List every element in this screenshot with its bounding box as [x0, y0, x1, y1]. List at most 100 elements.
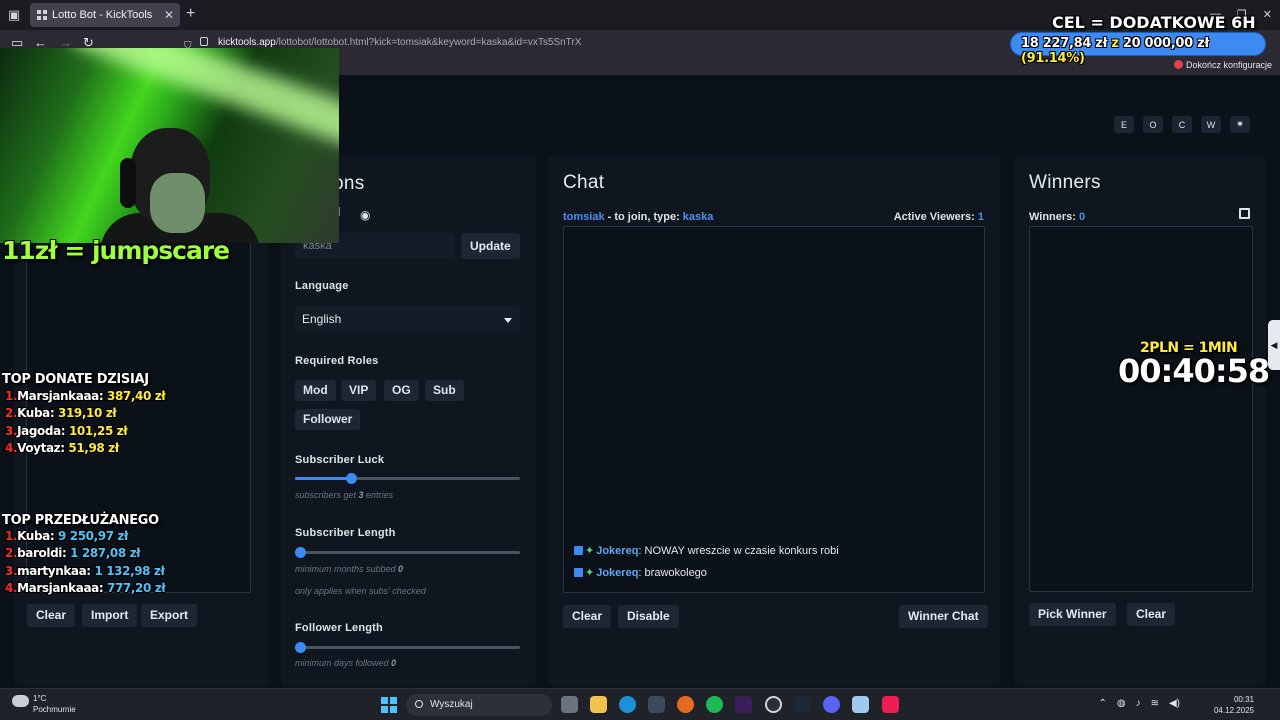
close-tab-icon[interactable]: ✕	[164, 3, 174, 27]
windows-start-icon[interactable]	[381, 697, 397, 713]
app-icon[interactable]	[852, 696, 869, 713]
taskbar-search[interactable]: Wyszukaj	[406, 694, 552, 716]
rank-name: Marsjankaaa:	[17, 580, 104, 595]
export-button[interactable]: Export	[141, 604, 198, 627]
new-tab-icon[interactable]: +	[186, 5, 195, 23]
winners-clear-button[interactable]: Clear	[1127, 603, 1176, 626]
close-window-icon[interactable]: ✕	[1263, 8, 1272, 21]
update-button[interactable]: Update	[461, 233, 520, 259]
mic-icon[interactable]: ♪	[1136, 698, 1141, 709]
import-button[interactable]: Import	[82, 604, 138, 627]
rank-name: Marsjankaaa:	[17, 389, 104, 403]
role-vip-toggle[interactable]: VIP	[341, 380, 377, 401]
join-text: - to join, type:	[604, 211, 683, 223]
clock-time: 00:31	[1233, 695, 1254, 704]
chat-disable-button[interactable]: Disable	[618, 605, 679, 628]
rank-amount: 9 250,97 zł	[58, 529, 129, 543]
clock-date: 04.12.2025	[1213, 706, 1254, 715]
firefox-icon[interactable]	[677, 696, 694, 713]
webcam-overlay	[0, 48, 339, 243]
keyword-text: kaska	[682, 211, 714, 223]
spotify-icon[interactable]	[706, 696, 723, 713]
role-og-toggle[interactable]: OG	[384, 380, 419, 401]
goal-progress-text: 18 227,84 zł z 20 000,00 zł (91.14%)	[1021, 36, 1265, 66]
subscriber-luck-label: Subscriber Luck	[295, 454, 385, 466]
o-icon[interactable]: O	[1143, 116, 1163, 133]
top-donate-row: 4.Voytaz: 51,98 zł	[5, 441, 165, 458]
winner-chat-button[interactable]: Winner Chat	[899, 605, 988, 628]
rank-amount: 387,40 zł	[107, 389, 166, 403]
tray-chevron-icon[interactable]: ⌃	[1098, 698, 1106, 709]
url-domain: kicktools.app	[218, 37, 276, 48]
chat-username[interactable]: Jokereq	[596, 545, 638, 557]
active-viewers: Active Viewers: 1	[894, 211, 984, 223]
slider-thumb[interactable]	[295, 642, 306, 653]
rank-name: Voytaz:	[17, 440, 65, 455]
subscriber-length-slider[interactable]	[295, 547, 520, 558]
chat-text: NOWAY wreszcie w czasie konkurs robi	[644, 545, 839, 557]
theme-icon[interactable]: ✷	[1230, 116, 1250, 133]
language-value: English	[302, 312, 342, 326]
rank-name: Kuba:	[17, 529, 55, 543]
copy-icon[interactable]	[1239, 208, 1250, 219]
role-follower-toggle[interactable]: Follower	[295, 409, 361, 430]
windows-taskbar: 1°C Pochmurnie Wyszukaj ⌃ ◍ ♪ ≋ ◀) 00:31…	[0, 688, 1280, 720]
led-glow	[62, 48, 339, 152]
rank-amount: 1 132,98 zł	[94, 563, 165, 578]
w-icon[interactable]: W	[1201, 116, 1221, 133]
hint-value: 0	[391, 658, 397, 668]
chat-clear-button[interactable]: Clear	[563, 605, 612, 628]
tiktok-icon[interactable]	[882, 696, 899, 713]
obs-icon[interactable]	[765, 696, 782, 713]
eye-icon[interactable]: ◉	[360, 208, 370, 222]
role-mod-toggle[interactable]: Mod	[295, 380, 336, 401]
channel-link[interactable]: tomsiak	[563, 211, 605, 223]
taskbar-clock[interactable]: 00:31 04.12.2025	[1214, 694, 1254, 716]
goal-title: CEL = DODATKOWE 6H	[1052, 13, 1256, 32]
winners-list[interactable]	[1029, 226, 1253, 592]
chat-join-info: tomsiak - to join, type: kaska	[563, 211, 713, 223]
follower-length-slider[interactable]	[295, 642, 520, 653]
winners-count: 0	[1079, 211, 1086, 223]
next-app-icon[interactable]	[735, 696, 752, 713]
cloud-icon	[12, 695, 29, 707]
system-tray: ⌃ ◍ ♪ ≋ ◀)	[1098, 698, 1180, 709]
goal-sep: z	[1107, 36, 1123, 51]
spark-icon: ✦	[585, 567, 595, 579]
slider-thumb[interactable]	[295, 547, 306, 558]
tab-list-icon[interactable]: ▣	[6, 7, 22, 23]
network-icon[interactable]: ◍	[1117, 698, 1126, 709]
slider-thumb[interactable]	[346, 473, 358, 484]
top-icon-row: E O C W ✷	[1114, 116, 1250, 133]
chat-username[interactable]: Jokereq	[596, 567, 638, 579]
file-explorer-icon[interactable]	[590, 696, 607, 713]
rank-number: 2.	[5, 406, 18, 421]
winners-count-label: Winners: 0	[1029, 211, 1085, 223]
volume-icon[interactable]: ◀)	[1169, 698, 1180, 709]
browser-tab-active[interactable]: Lotto Bot - KickTools ✕	[30, 3, 180, 27]
subscriber-luck-slider[interactable]	[295, 473, 520, 484]
subscriber-length-hint2: only applies when subs' checked	[295, 586, 426, 596]
edge-icon[interactable]	[619, 696, 636, 713]
c-icon[interactable]: C	[1172, 116, 1192, 133]
task-view-icon[interactable]	[561, 696, 578, 713]
side-panel-handle[interactable]: ◀	[1268, 320, 1280, 370]
weather-widget[interactable]: 1°C Pochmurnie	[12, 693, 76, 715]
e-icon[interactable]: E	[1114, 116, 1134, 133]
search-icon	[415, 700, 423, 708]
rank-number: 1.	[5, 529, 18, 543]
badge-icon	[574, 568, 583, 577]
lock-icon[interactable]	[200, 37, 208, 46]
steam-icon[interactable]	[794, 696, 811, 713]
hint-text: minimum months subbed	[295, 564, 399, 574]
entries-clear-button[interactable]: Clear	[27, 604, 76, 627]
store-icon[interactable]	[648, 696, 665, 713]
role-sub-toggle[interactable]: Sub	[425, 380, 464, 401]
chat-messages[interactable]: ✦ Jokereq: NOWAY wreszcie w czasie konkur…	[563, 226, 985, 593]
pick-winner-button[interactable]: Pick Winner	[1029, 603, 1116, 626]
wifi-icon[interactable]: ≋	[1151, 698, 1159, 709]
rank-number: 4.	[5, 440, 18, 455]
discord-icon[interactable]	[823, 696, 840, 713]
rank-number: 3.	[5, 423, 18, 438]
language-select[interactable]: English	[295, 306, 520, 333]
